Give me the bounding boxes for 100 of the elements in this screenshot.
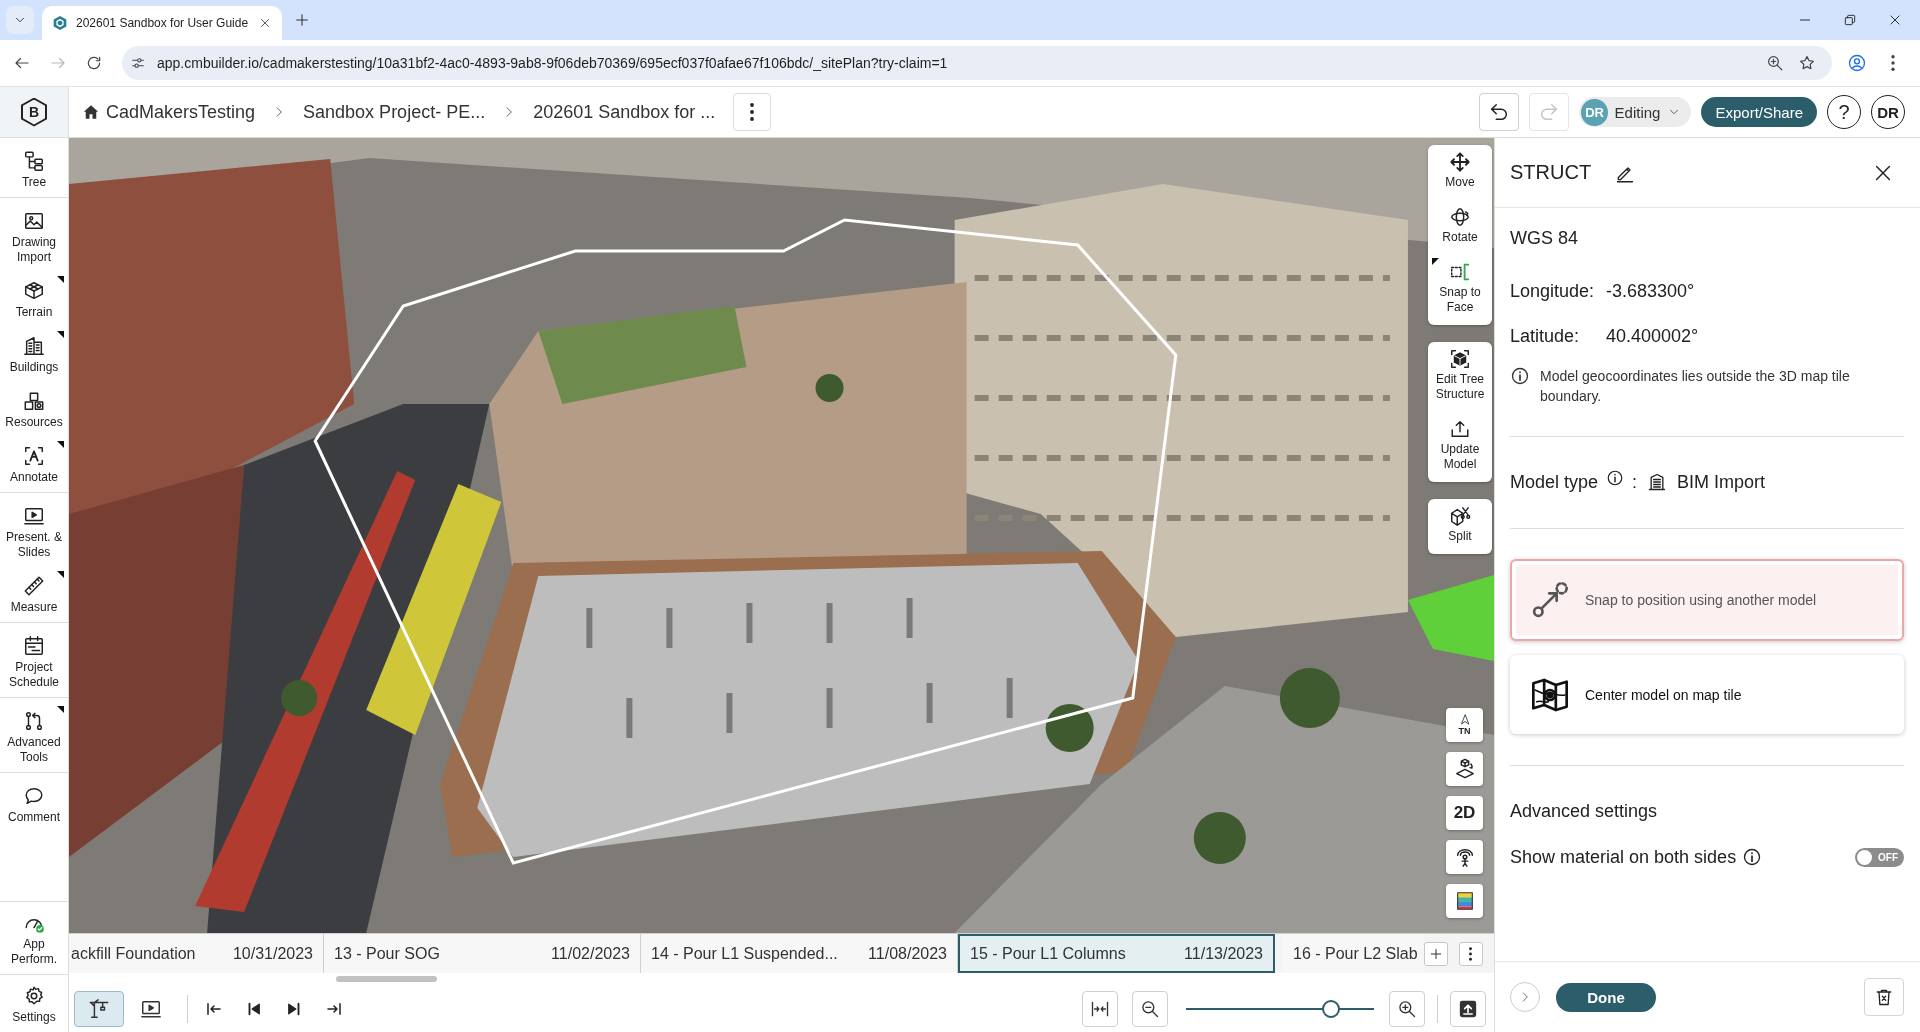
done-button[interactable]: Done [1556,982,1656,1012]
upload-tray-icon [1449,418,1471,440]
address-bar[interactable]: app.cmbuilder.io/cadmakerstesting/10a31bf2-4ac0-4893-9ab8-9f06deb70369/695ecf037f0afae67f106bdc/_sitePlan?try-claim=1 [122,46,1832,80]
step-name: 13 - Pour SOG [334,944,440,963]
sidebar-tool-button[interactable]: Terrain [0,272,68,327]
stacked-boxes-icon [23,390,45,412]
building-icon [1647,472,1668,492]
step-date: 11/02/2023 [551,944,630,963]
model-tool-button[interactable]: Split [1428,499,1492,554]
step-name: 15 - Pour L1 Columns [970,944,1126,963]
more-options-button[interactable] [733,93,772,131]
model-type-value: BIM Import [1677,471,1766,494]
zoom-in-button[interactable] [1389,990,1425,1027]
notice-text: Model geocoordinates lies outside the 3D map tile boundary. [1540,367,1851,406]
plus-icon [1428,946,1443,961]
snap-line-icon [1530,580,1570,620]
zoom-in-icon [1397,998,1417,1019]
model-tool-button[interactable]: Rotate [1428,200,1492,255]
info-icon [1742,847,1763,867]
coordinate-label: Longitude: [1510,280,1596,303]
more-vertical-icon [1469,946,1473,961]
restore-icon [1842,13,1857,27]
corner-triangle-icon [57,706,64,713]
sidebar-tool-button[interactable]: Advanced Tools [0,702,68,772]
timeline-menu-button[interactable] [1458,941,1483,966]
move-arrows-icon [1449,151,1471,173]
close-icon [259,17,272,29]
sidebar-tool-button[interactable]: Comment [0,777,68,832]
setting-label: Show material on both sides [1510,846,1737,869]
sidebar-tool-button[interactable]: App Perform. [0,904,68,974]
coordinate-system-label: WGS 84 [1510,227,1580,250]
sidebar-tool-button[interactable]: Settings [0,977,68,1032]
sidebar-tool-button[interactable]: Buildings [0,327,68,382]
sidebar-tool-button[interactable]: Tree [0,142,68,197]
export-view-button[interactable] [1450,990,1486,1027]
step-name: ackfill Foundation [71,944,196,963]
slider-thumb[interactable] [1322,999,1340,1018]
step-name: 14 - Pour L1 Suspended... [651,944,838,963]
cube-grid-icon [23,280,45,302]
undo-button[interactable] [1479,93,1520,131]
browser-tab[interactable]: 202601 Sandbox for User Guide [42,6,283,40]
step-date: 11/13/2023 [1184,944,1263,963]
app-logo-button[interactable]: B [0,87,69,137]
corner-triangle-icon [57,441,64,448]
close-icon [1887,13,1902,27]
model-tool-button[interactable]: Update Model [1428,412,1492,482]
sidebar-tool-button[interactable]: Resources [0,382,68,437]
add-step-button[interactable] [1423,941,1448,966]
info-icon [1510,366,1530,386]
zoom-out-button[interactable] [1132,990,1168,1027]
site-view-button[interactable] [74,990,124,1027]
fit-timeline-button[interactable] [1082,990,1118,1027]
section-heading: Advanced settings [1510,800,1659,823]
model-tool-button[interactable]: Move [1428,145,1492,200]
corner-triangle-icon [57,331,64,338]
sidebar-tool-button[interactable]: Drawing Import [0,202,68,272]
hierarchy-icon [23,150,45,172]
more-vertical-icon [750,103,755,121]
model-type-label: Model type [1510,471,1599,494]
first-person-button[interactable] [1446,840,1483,874]
sidebar-tool-button[interactable]: Measure [0,567,68,622]
horizontal-scrollbar[interactable] [336,976,437,982]
action-card[interactable]: Snap to position using another model [1510,559,1904,641]
coordinate-value: -3.683300° [1606,280,1695,303]
building-icon [23,335,45,357]
export-share-button[interactable]: Export/Share [1701,97,1817,127]
sidebar-tool-button[interactable]: Annotate [0,437,68,492]
sidebar-tool-button[interactable]: Project Schedule [0,627,68,697]
panel-title: STRUCT [1510,161,1592,184]
home-icon [82,103,100,121]
timeline-step[interactable]: ackfill Foundation 10/31/2023 [69,934,324,973]
mode-dropdown[interactable]: DR Editing [1579,97,1692,127]
timeline-step[interactable]: 15 - Pour L1 Columns 11/13/2023 [958,934,1275,973]
branch-arrows-icon [23,710,45,732]
ruler-icon [23,575,45,597]
breadcrumb-link[interactable]: CadMakersTesting [82,101,256,123]
step-name: 16 - Pour L2 Slab [1293,944,1418,963]
delete-button[interactable] [1864,978,1904,1016]
model-tool-button[interactable]: Edit Tree Structure [1428,342,1492,412]
reload-icon [85,54,103,72]
editor-avatar: DR [1581,98,1608,126]
step-date: 11/08/2023 [868,944,947,963]
action-card[interactable]: Center model on map tile [1510,655,1904,734]
breadcrumb-link[interactable]: Sandbox Project- PE... [303,101,486,123]
coordinate-value: 40.400002° [1606,325,1699,348]
settings-icon [23,985,45,1007]
speech-bubble-icon [23,785,45,807]
view-mode-button[interactable]: 2D [1446,796,1483,830]
play-screen-icon [23,505,45,527]
corner-triangle-icon [57,276,64,283]
true-north-button[interactable]: TN [1446,708,1483,742]
tune-icon [130,55,146,71]
zoom-out-icon [1140,998,1160,1019]
model-tool-button[interactable]: Snap to Face [1428,255,1492,325]
breadcrumb-link[interactable]: 202601 Sandbox for ... [533,101,716,123]
layers-button[interactable] [1446,884,1483,918]
sidebar-tool-button[interactable]: Present. & Slides [0,497,68,567]
crane-icon [88,997,110,1020]
image-icon [23,210,45,232]
orbit-button[interactable] [1446,752,1483,786]
